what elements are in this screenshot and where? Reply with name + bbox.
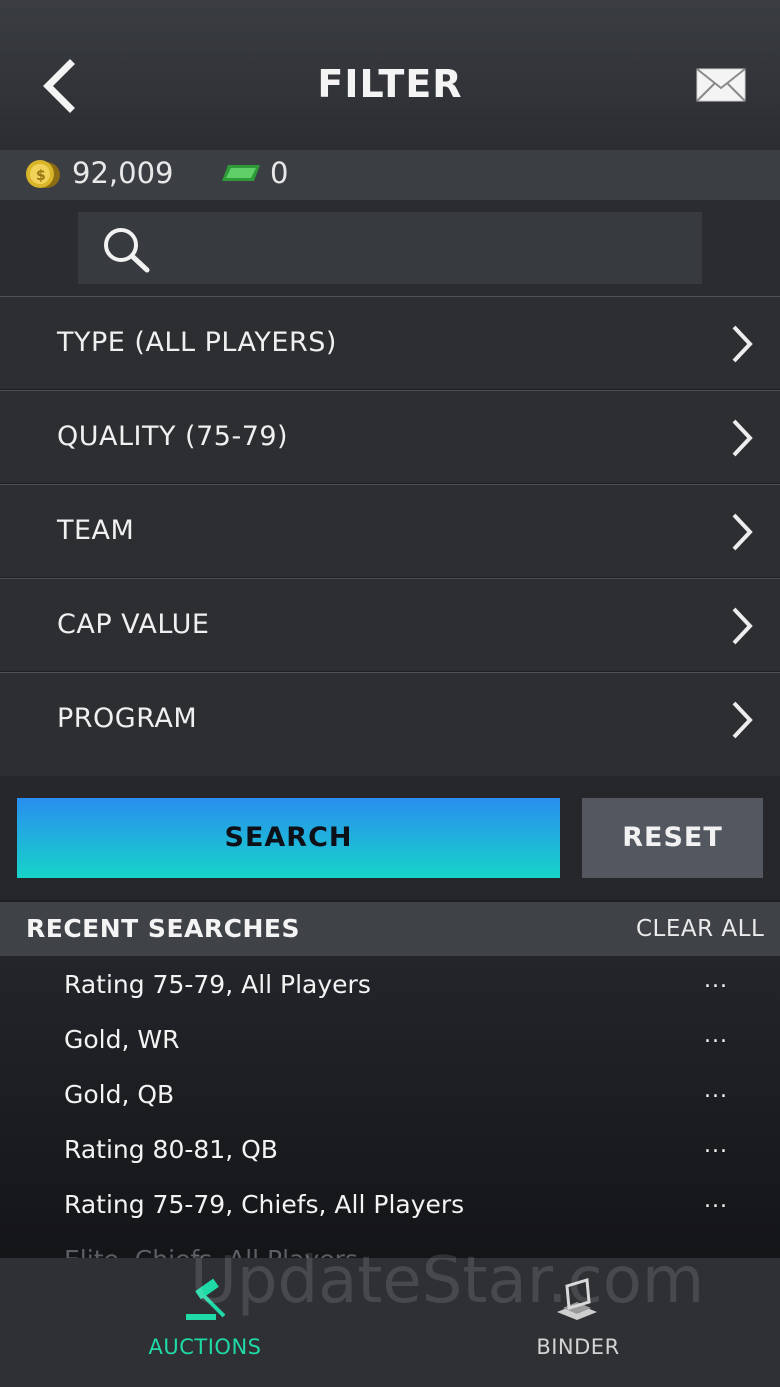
list-item[interactable]: Rating 75-79, All Players ...: [0, 956, 780, 1011]
list-item[interactable]: Rating 75-79, Chiefs, All Players ...: [0, 1176, 780, 1231]
recent-search-text: Rating 80-81, QB: [64, 1135, 278, 1164]
mail-button[interactable]: [696, 68, 746, 102]
filter-label: QUALITY (75-79): [57, 421, 289, 452]
more-options-button[interactable]: ...: [704, 1133, 734, 1163]
cash-balance: 0: [270, 156, 289, 190]
filter-row-team[interactable]: TEAM: [0, 484, 780, 577]
search-icon[interactable]: [100, 224, 152, 274]
chevron-right-icon: [732, 513, 753, 551]
filter-row-type[interactable]: TYPE (ALL PLAYERS): [0, 296, 780, 389]
chevron-right-icon: [732, 701, 753, 739]
chevron-right-icon: [732, 607, 753, 645]
tab-auctions-label: AUCTIONS: [148, 1335, 262, 1359]
reset-button-label: RESET: [622, 822, 723, 853]
recent-search-text: Rating 75-79, All Players: [64, 970, 371, 999]
search-input[interactable]: [78, 212, 702, 284]
list-item[interactable]: Gold, WR ...: [0, 1011, 780, 1066]
recent-search-text: Gold, WR: [64, 1025, 180, 1054]
filter-row-quality[interactable]: QUALITY (75-79): [0, 390, 780, 483]
recent-searches-list: Rating 75-79, All Players ... Gold, WR .…: [0, 956, 780, 1258]
page-title: FILTER: [317, 62, 463, 106]
reset-button[interactable]: RESET: [582, 798, 763, 878]
chevron-right-icon: [732, 419, 753, 457]
envelope-icon: [696, 68, 746, 102]
svg-text:$: $: [36, 168, 46, 184]
more-options-button[interactable]: ...: [704, 968, 734, 998]
cash-icon: [222, 165, 260, 181]
filter-row-cap-value[interactable]: CAP VALUE: [0, 578, 780, 671]
watermark: UpdateStar.com: [190, 1244, 705, 1318]
search-button[interactable]: SEARCH: [17, 798, 560, 878]
list-item[interactable]: Gold, QB ...: [0, 1066, 780, 1121]
chevron-right-icon: [732, 325, 753, 363]
more-options-button[interactable]: ...: [704, 1188, 734, 1218]
filter-row-program[interactable]: PROGRAM: [0, 672, 780, 776]
filter-label: PROGRAM: [57, 703, 198, 734]
filter-label: TEAM: [57, 515, 135, 546]
search-button-label: SEARCH: [224, 822, 353, 853]
coin-balance: 92,009: [72, 156, 174, 190]
recent-search-text: Rating 75-79, Chiefs, All Players: [64, 1190, 465, 1219]
more-options-button[interactable]: ...: [704, 1023, 734, 1053]
recent-searches-title: RECENT SEARCHES: [26, 914, 300, 943]
clear-all-button[interactable]: CLEAR ALL: [636, 916, 764, 942]
filter-label: CAP VALUE: [57, 609, 210, 640]
more-options-button[interactable]: ...: [704, 1078, 734, 1108]
filter-label: TYPE (ALL PLAYERS): [57, 327, 337, 358]
list-item[interactable]: Rating 80-81, QB ...: [0, 1121, 780, 1176]
coin-icon: $: [26, 160, 60, 188]
recent-search-text: Gold, QB: [64, 1080, 175, 1109]
tab-binder-label: BINDER: [536, 1335, 620, 1359]
